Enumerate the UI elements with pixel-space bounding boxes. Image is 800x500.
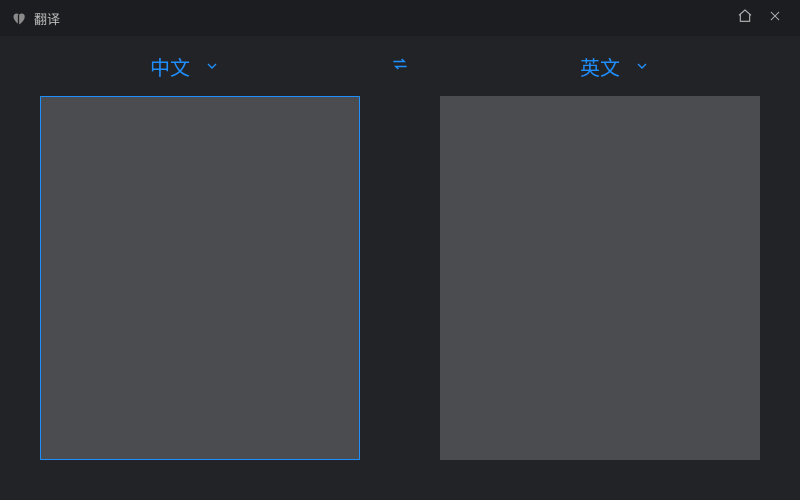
target-text-output[interactable] <box>441 97 759 459</box>
target-text-pane <box>440 96 760 460</box>
swap-languages-button[interactable] <box>386 52 414 80</box>
target-language-label: 英文 <box>580 52 620 81</box>
home-button[interactable] <box>730 0 760 36</box>
chevron-down-icon <box>204 58 220 74</box>
home-icon <box>737 8 753 29</box>
close-button[interactable] <box>760 0 790 36</box>
swap-icon <box>390 54 410 79</box>
source-language-select[interactable]: 中文 <box>150 52 220 81</box>
source-text-input[interactable] <box>41 97 359 459</box>
chevron-down-icon <box>634 58 650 74</box>
language-selector-row: 中文 英文 <box>0 36 800 96</box>
close-icon <box>768 9 782 28</box>
app-heart-icon <box>10 10 26 26</box>
translation-panes <box>0 96 800 500</box>
source-text-pane <box>40 96 360 460</box>
window-title: 翻译 <box>34 9 60 28</box>
target-language-select[interactable]: 英文 <box>580 52 650 81</box>
source-language-label: 中文 <box>150 52 190 81</box>
titlebar: 翻译 <box>0 0 800 36</box>
